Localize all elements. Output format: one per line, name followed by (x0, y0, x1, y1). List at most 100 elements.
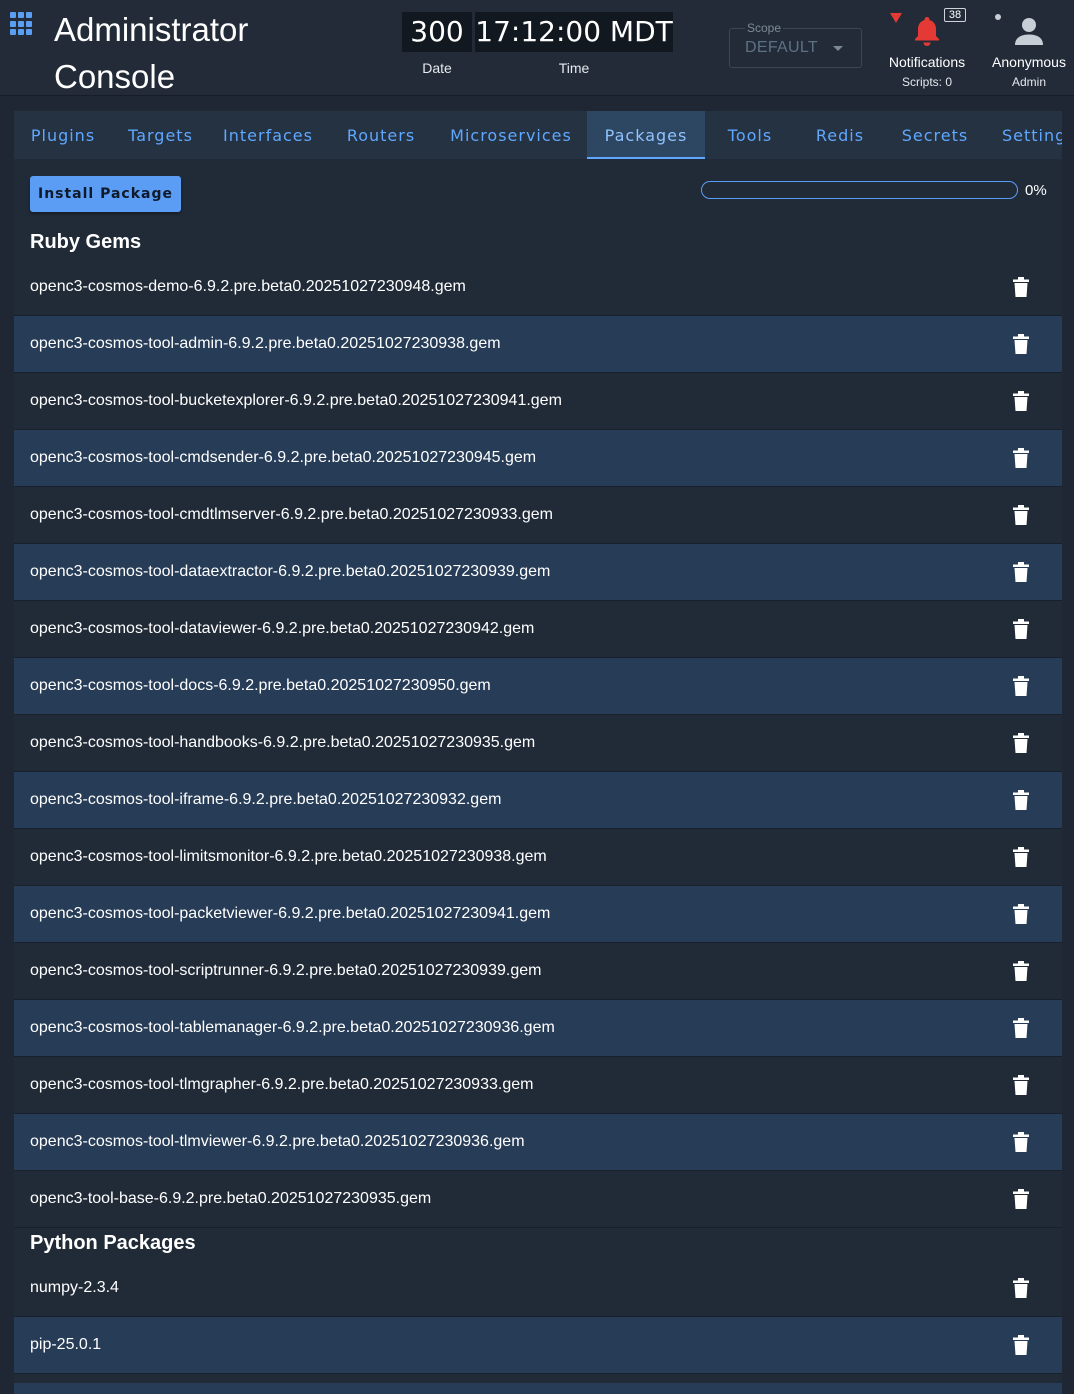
tab-targets[interactable]: Targets (112, 111, 209, 159)
chevron-down-icon (833, 46, 843, 51)
app-header: Administrator Console 300 17:12:00 MDT D… (0, 0, 1074, 96)
gem-row: openc3-tool-base-6.9.2.pre.beta0.2025102… (14, 1171, 1062, 1228)
gem-row: openc3-cosmos-tool-tlmviewer-6.9.2.pre.b… (14, 1114, 1062, 1171)
user-menu-button[interactable]: Anonymous Admin (986, 6, 1072, 92)
list-end-strip (14, 1383, 1062, 1394)
gem-row: openc3-cosmos-tool-tablemanager-6.9.2.pr… (14, 1000, 1062, 1057)
trash-icon[interactable] (1013, 904, 1029, 924)
gem-row: openc3-cosmos-tool-handbooks-6.9.2.pre.b… (14, 715, 1062, 772)
trash-icon[interactable] (1013, 619, 1029, 639)
python-package-row-name: pip-25.0.1 (30, 1336, 102, 1353)
clock-time-label: Time (558, 60, 590, 76)
trash-icon[interactable] (1013, 1335, 1029, 1355)
bell-icon (915, 17, 939, 46)
trash-icon[interactable] (1013, 676, 1029, 696)
gem-row-name: openc3-cosmos-tool-iframe-6.9.2.pre.beta… (30, 791, 502, 808)
tab-secrets[interactable]: Secrets (885, 111, 985, 159)
gem-row-name: openc3-cosmos-tool-limitsmonitor-6.9.2.p… (30, 848, 547, 865)
gem-row-name: openc3-cosmos-tool-scriptrunner-6.9.2.pr… (30, 962, 542, 979)
status-dot (995, 14, 1001, 20)
trash-icon[interactable] (1013, 1132, 1029, 1152)
gem-row: openc3-cosmos-tool-cmdtlmserver-6.9.2.pr… (14, 487, 1062, 544)
tab-microservices[interactable]: Microservices (435, 111, 587, 159)
gem-row: openc3-cosmos-tool-admin-6.9.2.pre.beta0… (14, 316, 1062, 373)
python-package-row-name: numpy-2.3.4 (30, 1279, 119, 1296)
scope-value: DEFAULT (745, 39, 818, 56)
gem-row: openc3-cosmos-tool-bucketexplorer-6.9.2.… (14, 373, 1062, 430)
gem-row-name: openc3-cosmos-tool-bucketexplorer-6.9.2.… (30, 392, 562, 409)
gem-row-name: openc3-cosmos-demo-6.9.2.pre.beta0.20251… (30, 278, 466, 295)
gem-row-name: openc3-cosmos-tool-packetviewer-6.9.2.pr… (30, 905, 551, 922)
trash-icon[interactable] (1013, 847, 1029, 867)
tab-plugins[interactable]: Plugins (14, 111, 112, 159)
upload-progress-text: 0% (1025, 182, 1047, 199)
gem-row-name: openc3-cosmos-tool-admin-6.9.2.pre.beta0… (30, 335, 501, 352)
gem-row-name: openc3-cosmos-tool-handbooks-6.9.2.pre.b… (30, 734, 536, 751)
gem-row: openc3-cosmos-demo-6.9.2.pre.beta0.20251… (14, 259, 1062, 316)
app-title-line2: Console (54, 58, 176, 95)
trash-icon[interactable] (1013, 1278, 1029, 1298)
notifications-count-badge: 38 (944, 8, 966, 22)
gem-row-name: openc3-cosmos-tool-tlmviewer-6.9.2.pre.b… (30, 1133, 525, 1150)
gem-row: openc3-cosmos-tool-packetviewer-6.9.2.pr… (14, 886, 1062, 943)
app-title: Administrator Console (54, 6, 248, 100)
install-package-button[interactable]: Install Package (30, 176, 181, 212)
tab-tools[interactable]: Tools (705, 111, 795, 159)
gem-row: openc3-cosmos-tool-iframe-6.9.2.pre.beta… (14, 772, 1062, 829)
clock-date-label: Date (422, 60, 452, 76)
trash-icon[interactable] (1013, 790, 1029, 810)
account-icon (1015, 18, 1043, 45)
gem-row: openc3-cosmos-tool-dataextractor-6.9.2.p… (14, 544, 1062, 601)
main-panel: Plugins Targets Interfaces Routers Micro… (14, 111, 1062, 1394)
trash-icon[interactable] (1013, 505, 1029, 525)
gem-row: openc3-cosmos-tool-cmdsender-6.9.2.pre.b… (14, 430, 1062, 487)
upload-progress-bar (701, 181, 1018, 199)
gem-row-name: openc3-cosmos-tool-dataviewer-6.9.2.pre.… (30, 620, 535, 637)
notifications-label: Notifications (888, 54, 966, 70)
notifications-button[interactable]: 38 Notifications Scripts: 0 (880, 6, 974, 92)
trash-icon[interactable] (1013, 334, 1029, 354)
scope-select[interactable]: Scope DEFAULT (729, 21, 862, 68)
trash-icon[interactable] (1013, 1189, 1029, 1209)
app-title-line1: Administrator (54, 11, 249, 48)
gem-row-name: openc3-cosmos-tool-tlmgrapher-6.9.2.pre.… (30, 1076, 534, 1093)
scope-label: Scope (745, 21, 784, 35)
gem-row-name: openc3-cosmos-tool-cmdsender-6.9.2.pre.b… (30, 449, 537, 466)
gem-row-name: openc3-cosmos-tool-tablemanager-6.9.2.pr… (30, 1019, 555, 1036)
clock-date-value: 300 (402, 12, 472, 52)
trash-icon[interactable] (1013, 733, 1029, 753)
gem-row: openc3-cosmos-tool-limitsmonitor-6.9.2.p… (14, 829, 1062, 886)
trash-icon[interactable] (1013, 961, 1029, 981)
clock-time-value: 17:12:00 MDT (475, 12, 673, 52)
python-packages-list: numpy-2.3.4 pip-25.0.1 (14, 1260, 1062, 1374)
ruby-gems-heading: Ruby Gems (30, 231, 142, 253)
app-grid-icon[interactable] (10, 12, 34, 36)
gem-row-name: openc3-cosmos-tool-docs-6.9.2.pre.beta0.… (30, 677, 491, 694)
tab-interfaces[interactable]: Interfaces (209, 111, 327, 159)
tab-packages[interactable]: Packages (587, 111, 705, 159)
scripts-count: Scripts: 0 (901, 75, 952, 89)
python-package-row: numpy-2.3.4 (14, 1260, 1062, 1317)
tab-routers[interactable]: Routers (327, 111, 435, 159)
trash-icon[interactable] (1013, 277, 1029, 297)
gem-row: openc3-cosmos-tool-docs-6.9.2.pre.beta0.… (14, 658, 1062, 715)
gem-row: openc3-cosmos-tool-scriptrunner-6.9.2.pr… (14, 943, 1062, 1000)
gem-row-name: openc3-cosmos-tool-cmdtlmserver-6.9.2.pr… (30, 506, 553, 523)
user-name: Anonymous (992, 54, 1066, 70)
tab-settings[interactable]: Settings (985, 111, 1062, 159)
trash-icon[interactable] (1013, 562, 1029, 582)
python-package-row: pip-25.0.1 (14, 1317, 1062, 1374)
gem-row: openc3-cosmos-tool-dataviewer-6.9.2.pre.… (14, 601, 1062, 658)
trash-icon[interactable] (1013, 1018, 1029, 1038)
gem-row-name: openc3-tool-base-6.9.2.pre.beta0.2025102… (30, 1190, 432, 1207)
ruby-gems-list: openc3-cosmos-demo-6.9.2.pre.beta0.20251… (14, 259, 1062, 1228)
alert-triangle-icon (890, 13, 902, 23)
trash-icon[interactable] (1013, 391, 1029, 411)
tab-redis[interactable]: Redis (795, 111, 885, 159)
trash-icon[interactable] (1013, 448, 1029, 468)
trash-icon[interactable] (1013, 1075, 1029, 1095)
python-packages-heading: Python Packages (30, 1232, 196, 1254)
gem-row: openc3-cosmos-tool-tlmgrapher-6.9.2.pre.… (14, 1057, 1062, 1114)
tab-bar: Plugins Targets Interfaces Routers Micro… (14, 111, 1062, 159)
gem-row-name: openc3-cosmos-tool-dataextractor-6.9.2.p… (30, 563, 551, 580)
